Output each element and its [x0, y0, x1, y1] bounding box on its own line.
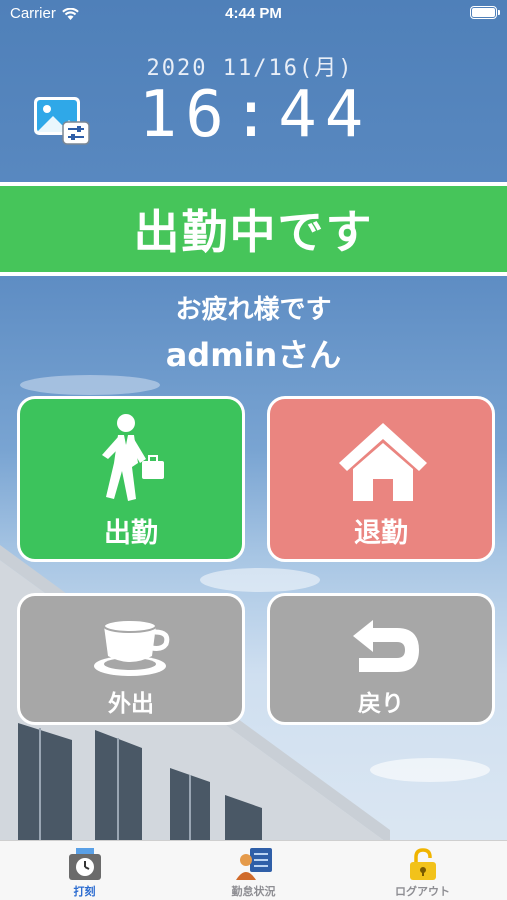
punch-clock-icon [68, 848, 101, 880]
attendance-status-icon [235, 848, 272, 880]
tab-logout-label: ログアウト [395, 885, 450, 898]
return-button[interactable]: 戻り [267, 593, 495, 725]
go-out-button[interactable]: 外出 [17, 593, 245, 725]
clock-in-label: 出勤 [104, 518, 158, 549]
work-status-banner: 出勤中です [0, 182, 507, 276]
work-status-text: 出勤中です [0, 186, 507, 272]
return-label: 戻り [358, 691, 404, 717]
tab-punch-label: 打刻 [73, 885, 96, 898]
padlock-icon [409, 848, 436, 880]
businessman-walking-icon [102, 414, 164, 501]
go-out-label: 外出 [108, 691, 154, 717]
battery-icon [470, 6, 500, 19]
clock-out-label: 退勤 [354, 518, 408, 549]
tab-attendance-status[interactable]: 勤怠状況 [169, 841, 338, 900]
user-name: adminさん [165, 336, 342, 374]
clock-out-button[interactable]: 退勤 [267, 396, 495, 562]
current-time: 16:44 [138, 78, 372, 152]
greeting-message: お疲れ様です [175, 295, 332, 325]
return-arrow-icon [353, 620, 419, 672]
tab-punch[interactable]: 打刻 [0, 841, 169, 900]
tab-logout[interactable]: ログアウト [338, 841, 507, 900]
photo-settings-icon[interactable] [33, 96, 91, 146]
status-time: 4:44 PM [225, 5, 282, 22]
clock-in-button[interactable]: 出勤 [17, 396, 245, 562]
house-icon [339, 423, 427, 501]
tab-bar: 打刻 勤怠状況 ログアウト [0, 840, 507, 900]
coffee-cup-icon [94, 619, 170, 676]
status-bar: Carrier 4:44 PM [0, 0, 507, 28]
tab-attendance-label: 勤怠状況 [231, 885, 276, 898]
